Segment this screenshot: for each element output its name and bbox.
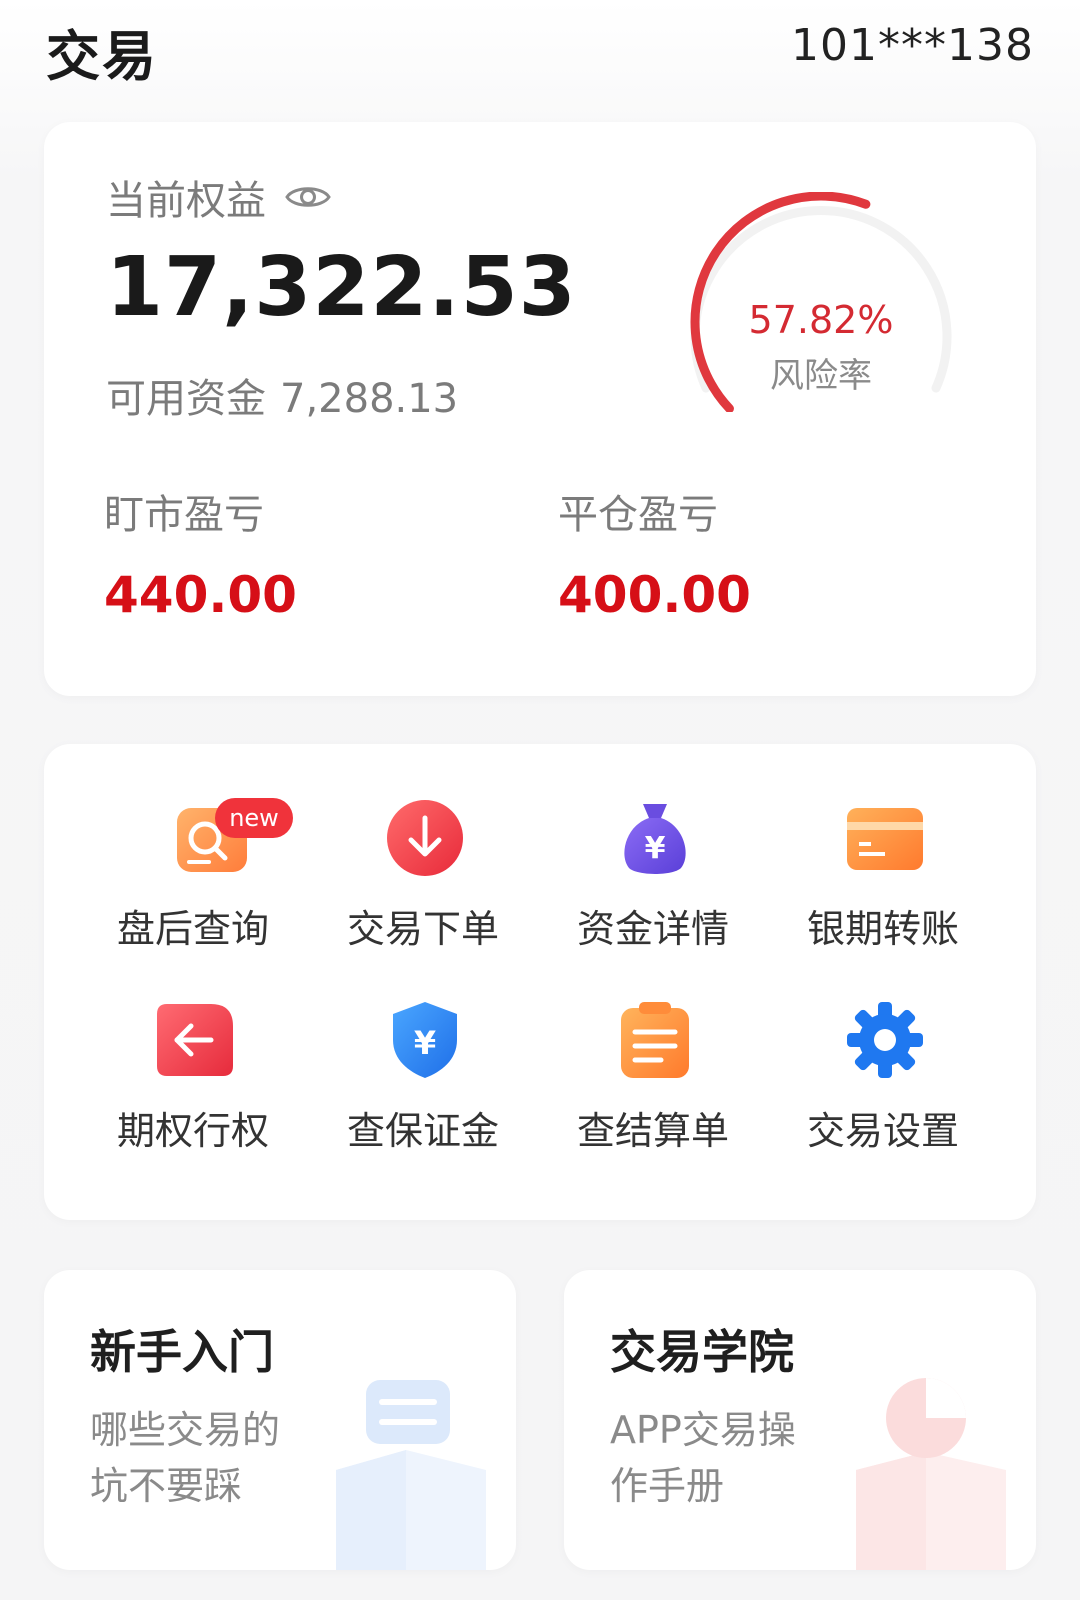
promo-description: APP交易操 作手册	[610, 1402, 830, 1514]
risk-rate-label: 风险率	[770, 356, 872, 396]
page-title: 交易	[46, 25, 158, 88]
menu-item-trade-settings[interactable]: 交易设置	[768, 1000, 998, 1200]
equity-value: 17,322.53	[106, 240, 577, 335]
menu-label: 交易设置	[806, 1109, 959, 1153]
clipboard-icon	[621, 1002, 689, 1078]
promo-desc-line: 作手册	[610, 1464, 725, 1508]
equity-card: 当前权益 17,322.53 可用资金 7,288.13 57.82% 风险率 盯…	[44, 122, 1036, 696]
promo-desc-line: 哪些交易的	[90, 1408, 281, 1452]
available-funds-label: 可用资金	[106, 376, 266, 422]
equity-label: 当前权益	[106, 178, 266, 224]
svg-text:¥: ¥	[645, 831, 666, 866]
promo-description: 哪些交易的 坑不要踩	[90, 1402, 310, 1514]
menu-item-margin-query[interactable]: ¥ 查保证金	[308, 1000, 538, 1200]
menu-label: 查保证金	[346, 1109, 499, 1153]
equity-label-row: 当前权益	[106, 168, 332, 226]
close-pnl-label: 平仓盈亏	[558, 492, 718, 538]
trading-academy-card[interactable]: 交易学院 APP交易操 作手册	[564, 1270, 1036, 1570]
floating-pnl-value: 440.00	[104, 566, 297, 624]
menu-label: 盘后查询	[116, 907, 269, 951]
back-arrow-icon	[157, 1004, 233, 1076]
beginner-guide-card[interactable]: 新手入门 哪些交易的 坑不要踩	[44, 1270, 516, 1570]
floating-pnl-label: 盯市盈亏	[104, 492, 264, 538]
menu-label: 资金详情	[576, 907, 729, 951]
menu-item-after-hours-query[interactable]: new 盘后查询	[78, 798, 308, 998]
yuan-shield-icon: ¥	[393, 1002, 457, 1078]
available-funds: 可用资金 7,288.13	[106, 366, 472, 424]
close-pnl-value: 400.00	[558, 566, 751, 624]
promo-desc-line: APP交易操	[610, 1408, 796, 1452]
svg-text:¥: ¥	[414, 1024, 436, 1062]
eye-icon[interactable]	[284, 181, 332, 213]
new-badge: new	[229, 804, 279, 832]
menu-item-place-order[interactable]: 交易下单	[308, 798, 538, 998]
promo-title: 新手入门	[90, 1325, 274, 1379]
sliders-box-illustration	[336, 1380, 486, 1570]
menu-item-bank-transfer[interactable]: 银期转账	[768, 798, 998, 998]
header: 交易 101***138	[0, 0, 1080, 110]
promo-title: 交易学院	[610, 1325, 794, 1379]
menu-label: 交易下单	[346, 907, 499, 951]
menu-label: 银期转账	[806, 907, 959, 951]
menu-item-settlement-statement[interactable]: 查结算单	[538, 1000, 768, 1200]
promo-desc-line: 坑不要踩	[90, 1464, 243, 1508]
account-number[interactable]: 101***138	[791, 20, 1034, 71]
function-menu-card: new 盘后查询 交易下单 ¥ 资金详情 银期转账 期权行权 ¥ 查保证金 查结…	[44, 744, 1036, 1220]
pie-chart-box-illustration	[856, 1378, 1006, 1570]
menu-item-fund-details[interactable]: ¥ 资金详情	[538, 798, 768, 998]
menu-label: 查结算单	[576, 1109, 729, 1153]
menu-item-option-exercise[interactable]: 期权行权	[78, 1000, 308, 1200]
search-doc-icon: new	[177, 798, 293, 872]
risk-rate-value: 57.82%	[748, 298, 894, 342]
available-funds-value: 7,288.13	[280, 376, 459, 422]
menu-label: 期权行权	[116, 1109, 269, 1153]
money-bag-icon: ¥	[624, 804, 686, 874]
download-arrow-icon	[387, 800, 463, 876]
bank-card-icon	[847, 808, 923, 870]
gear-icon	[847, 1002, 923, 1078]
